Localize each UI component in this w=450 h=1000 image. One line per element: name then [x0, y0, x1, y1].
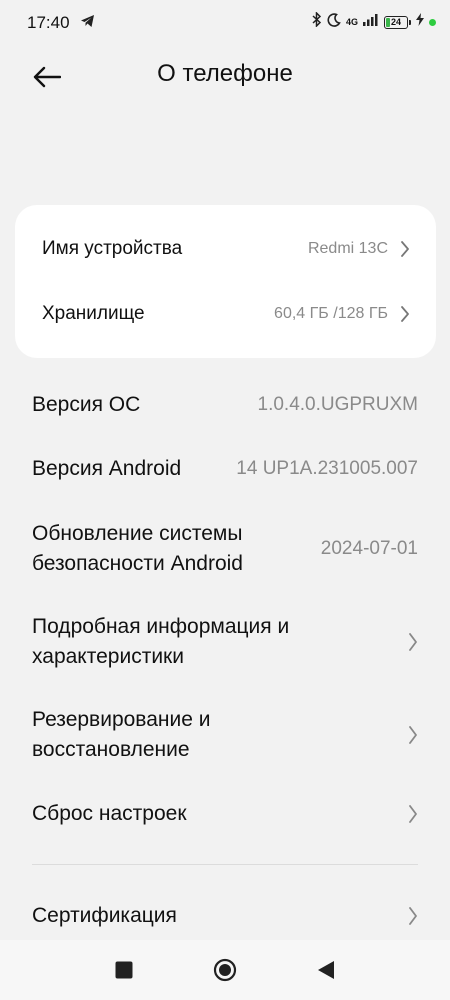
device-name-row[interactable]: Имя устройства Redmi 13C: [15, 217, 436, 281]
backup-label-line1: Резервирование и: [32, 708, 211, 731]
status-icons: 4G 24: [312, 11, 436, 32]
recents-square-icon: [115, 961, 133, 979]
security-update-value: 2024-07-01: [320, 538, 418, 559]
android-version-row[interactable]: Версия Android 14 UP1A.231005.007: [0, 454, 450, 484]
signal-icon: [363, 13, 379, 31]
certification-label: Сертификация: [32, 904, 177, 927]
chevron-right-icon: [409, 907, 417, 925]
android-version-label: Версия Android: [32, 457, 182, 480]
storage-value: 60,4 ГБ /128 ГБ: [274, 305, 388, 322]
security-update-label-line2: безопасности Android: [32, 552, 243, 575]
security-update-label-line1: Обновление системы: [32, 522, 243, 545]
network-type: 4G: [345, 17, 358, 27]
section-divider: [32, 864, 418, 865]
battery-icon: 24: [384, 15, 411, 29]
home-circle-icon: [213, 958, 237, 982]
back-nav-button[interactable]: [314, 958, 338, 982]
status-bar: 17:40 4G 24: [0, 0, 450, 46]
chevron-right-icon: [409, 726, 417, 744]
security-update-row[interactable]: Обновление системы безопасности Android …: [0, 519, 450, 579]
navigation-bar: [0, 940, 450, 1000]
details-label-line2: характеристики: [32, 645, 184, 668]
storage-row[interactable]: Хранилище 60,4 ГБ /128 ГБ: [15, 282, 436, 346]
backup-label-line2: восстановление: [32, 738, 190, 761]
os-version-value: 1.0.4.0.UGPRUXM: [257, 394, 419, 415]
home-button[interactable]: [213, 958, 237, 982]
moon-icon: [327, 12, 341, 32]
details-label-line1: Подробная информация и: [32, 615, 290, 638]
page-title: О телефоне: [157, 60, 293, 87]
details-row[interactable]: Подробная информация и характеристики: [0, 612, 450, 672]
back-triangle-icon: [318, 961, 334, 979]
os-version-label: Версия ОС: [32, 393, 141, 416]
device-card: Имя устройства Redmi 13C Хранилище 60,4 …: [15, 205, 436, 358]
reset-row[interactable]: Сброс настроек: [0, 799, 450, 829]
reset-label: Сброс настроек: [32, 802, 187, 825]
android-version-value: 14 UP1A.231005.007: [236, 458, 418, 479]
chevron-right-icon: [409, 805, 417, 823]
recents-button[interactable]: [112, 958, 136, 982]
charging-icon: [416, 13, 424, 31]
backup-row[interactable]: Резервирование и восстановление: [0, 705, 450, 765]
chevron-right-icon: [401, 306, 409, 322]
telegram-icon: [80, 14, 95, 33]
certification-row[interactable]: Сертификация: [0, 901, 450, 931]
device-name-label: Имя устройства: [42, 238, 183, 259]
status-time: 17:40: [27, 13, 70, 32]
green-dot-icon: [429, 18, 436, 26]
device-name-value: Redmi 13C: [307, 240, 388, 257]
bluetooth-icon: [312, 11, 322, 32]
chevron-right-icon: [401, 241, 409, 257]
chevron-right-icon: [409, 633, 417, 651]
storage-label: Хранилище: [42, 303, 145, 324]
os-version-row[interactable]: Версия ОС 1.0.4.0.UGPRUXM: [0, 390, 450, 420]
